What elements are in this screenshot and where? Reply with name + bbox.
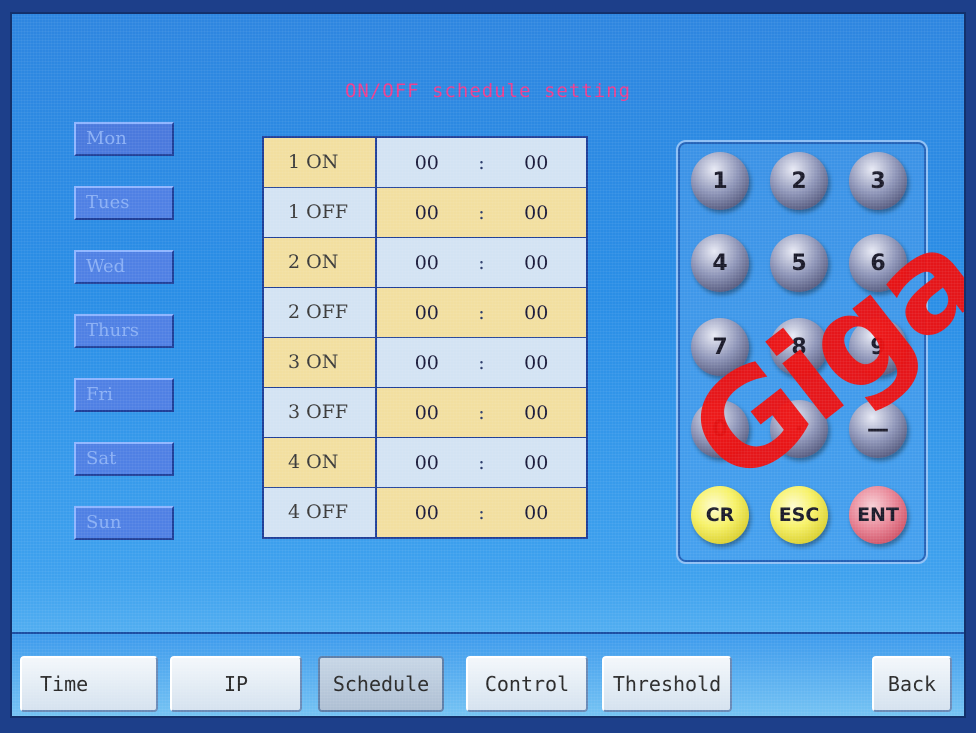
nav-time-button[interactable]: Time bbox=[20, 656, 158, 712]
key-7[interactable]: 7 bbox=[691, 318, 749, 376]
key-escape[interactable]: ESC bbox=[770, 486, 828, 544]
day-button-thurs[interactable]: Thurs bbox=[74, 314, 174, 348]
time-separator: : bbox=[478, 401, 485, 424]
row-label: 3 ON bbox=[264, 338, 377, 387]
key-0[interactable]: 0 bbox=[691, 400, 749, 458]
time-separator: : bbox=[478, 351, 485, 374]
minute-value[interactable]: 00 bbox=[524, 252, 548, 274]
time-field[interactable]: 00: 00 bbox=[377, 238, 586, 287]
time-separator: : bbox=[478, 151, 485, 174]
key-3[interactable]: 3 bbox=[849, 152, 907, 210]
hour-value[interactable]: 00 bbox=[415, 452, 439, 474]
key-minus[interactable]: — bbox=[849, 400, 907, 458]
time-separator: : bbox=[478, 201, 485, 224]
day-button-sun[interactable]: Sun bbox=[74, 506, 174, 540]
time-separator: : bbox=[478, 501, 485, 524]
key-6[interactable]: 6 bbox=[849, 234, 907, 292]
nav-ip-button[interactable]: IP bbox=[170, 656, 302, 712]
key-4[interactable]: 4 bbox=[691, 234, 749, 292]
hour-value[interactable]: 00 bbox=[415, 152, 439, 174]
minute-value[interactable]: 00 bbox=[524, 152, 548, 174]
schedule-row-4-on: 4 ON 00: 00 bbox=[264, 438, 586, 488]
schedule-row-2-off: 2 OFF 00: 00 bbox=[264, 288, 586, 338]
nav-control-button[interactable]: Control bbox=[466, 656, 588, 712]
key-clear[interactable]: CR bbox=[691, 486, 749, 544]
row-label: 1 ON bbox=[264, 138, 377, 187]
schedule-table: 1 ON 00: 00 1 OFF 00: 00 2 ON 00: 00 2 OFF … bbox=[262, 136, 588, 539]
day-button-tues[interactable]: Tues bbox=[74, 186, 174, 220]
row-label: 4 ON bbox=[264, 438, 377, 487]
schedule-row-4-off: 4 OFF 00: 00 bbox=[264, 488, 586, 537]
schedule-row-1-off: 1 OFF 00: 00 bbox=[264, 188, 586, 238]
schedule-row-1-on: 1 ON 00: 00 bbox=[264, 138, 586, 188]
minute-value[interactable]: 00 bbox=[524, 452, 548, 474]
hour-value[interactable]: 00 bbox=[415, 402, 439, 424]
minute-value[interactable]: 00 bbox=[524, 402, 548, 424]
nav-schedule-button[interactable]: Schedule bbox=[318, 656, 444, 712]
minute-value[interactable]: 00 bbox=[524, 202, 548, 224]
time-separator: : bbox=[478, 301, 485, 324]
key-2[interactable]: 2 bbox=[770, 152, 828, 210]
row-label: 2 OFF bbox=[264, 288, 377, 337]
numeric-keypad: 1 2 3 4 5 6 7 8 9 0 · — CR ESC ENT bbox=[676, 140, 928, 564]
key-5[interactable]: 5 bbox=[770, 234, 828, 292]
row-label: 2 ON bbox=[264, 238, 377, 287]
row-label: 4 OFF bbox=[264, 488, 377, 537]
day-button-sat[interactable]: Sat bbox=[74, 442, 174, 476]
time-field[interactable]: 00: 00 bbox=[377, 138, 586, 187]
schedule-row-3-on: 3 ON 00: 00 bbox=[264, 338, 586, 388]
hour-value[interactable]: 00 bbox=[415, 302, 439, 324]
minute-value[interactable]: 00 bbox=[524, 502, 548, 524]
time-separator: : bbox=[478, 451, 485, 474]
day-button-mon[interactable]: Mon bbox=[74, 122, 174, 156]
key-enter[interactable]: ENT bbox=[849, 486, 907, 544]
key-9[interactable]: 9 bbox=[849, 318, 907, 376]
nav-threshold-button[interactable]: Threshold bbox=[602, 656, 732, 712]
key-8[interactable]: 8 bbox=[770, 318, 828, 376]
hour-value[interactable]: 00 bbox=[415, 352, 439, 374]
key-dot[interactable]: · bbox=[770, 400, 828, 458]
nav-back-button[interactable]: Back bbox=[872, 656, 952, 712]
time-field[interactable]: 00: 00 bbox=[377, 388, 586, 437]
bottom-nav-bar: Time IP Schedule Control Threshold Back bbox=[12, 632, 964, 716]
time-field[interactable]: 00: 00 bbox=[377, 188, 586, 237]
time-field[interactable]: 00: 00 bbox=[377, 488, 586, 537]
time-field[interactable]: 00: 00 bbox=[377, 338, 586, 387]
page-title: ON/OFF schedule setting bbox=[344, 80, 632, 102]
minute-value[interactable]: 00 bbox=[524, 302, 548, 324]
time-field[interactable]: 00: 00 bbox=[377, 438, 586, 487]
row-label: 3 OFF bbox=[264, 388, 377, 437]
row-label: 1 OFF bbox=[264, 188, 377, 237]
hour-value[interactable]: 00 bbox=[415, 502, 439, 524]
schedule-row-2-on: 2 ON 00: 00 bbox=[264, 238, 586, 288]
key-1[interactable]: 1 bbox=[691, 152, 749, 210]
time-field[interactable]: 00: 00 bbox=[377, 288, 586, 337]
hour-value[interactable]: 00 bbox=[415, 252, 439, 274]
day-button-wed[interactable]: Wed bbox=[74, 250, 174, 284]
minute-value[interactable]: 00 bbox=[524, 352, 548, 374]
day-button-fri[interactable]: Fri bbox=[74, 378, 174, 412]
hmi-screen: ON/OFF schedule setting Mon Tues Wed Thu… bbox=[10, 12, 966, 718]
time-separator: : bbox=[478, 251, 485, 274]
hour-value[interactable]: 00 bbox=[415, 202, 439, 224]
schedule-row-3-off: 3 OFF 00: 00 bbox=[264, 388, 586, 438]
